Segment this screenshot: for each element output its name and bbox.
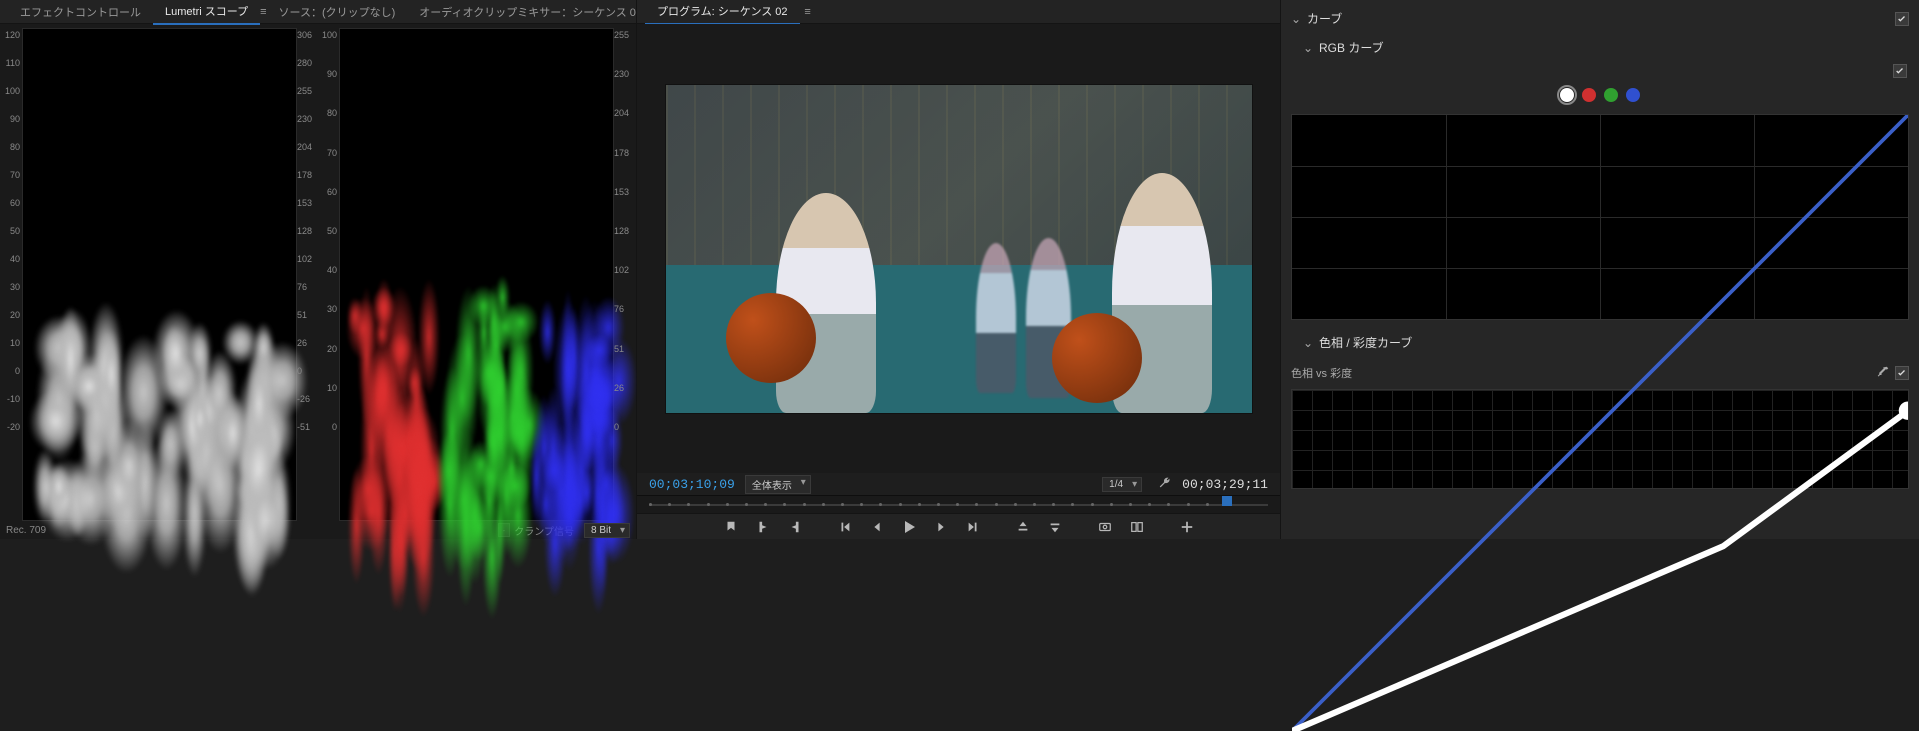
scope-tick: 120	[4, 30, 20, 40]
section-curves[interactable]: ⌄ カーブ	[1291, 6, 1909, 31]
tab-effect-controls[interactable]: エフェクトコントロール	[8, 0, 153, 24]
scope-tick: 30	[321, 304, 337, 314]
curve-channel-green[interactable]	[1604, 88, 1618, 102]
scope-tick: 178	[614, 148, 632, 158]
tab-lumetri-scopes[interactable]: Lumetri スコープ	[153, 0, 260, 25]
add-marker-button[interactable]	[722, 518, 740, 536]
play-button[interactable]	[900, 518, 918, 536]
scope-tick: 128	[614, 226, 632, 236]
scope-tick: 20	[4, 310, 20, 320]
panel-menu-icon[interactable]: ≡	[800, 6, 816, 18]
scope-tick: 26	[297, 338, 315, 348]
program-ruler[interactable]	[637, 495, 1280, 513]
scope-tick: 102	[297, 254, 315, 264]
extract-button[interactable]	[1046, 518, 1064, 536]
scope-tick: 30	[4, 282, 20, 292]
lift-button[interactable]	[1014, 518, 1032, 536]
section-rgb-curves-label: RGB カーブ	[1319, 39, 1384, 56]
scope-tick: 128	[297, 226, 315, 236]
scope-tick: 40	[321, 265, 337, 275]
curves-enable-checkbox[interactable]	[1895, 12, 1909, 26]
scope-tick: 255	[297, 86, 315, 96]
go-to-in-button[interactable]	[836, 518, 854, 536]
scope-tick: 90	[321, 69, 337, 79]
timecode-current[interactable]: 00;03;10;09	[649, 477, 735, 492]
chevron-down-icon: ⌄	[1303, 41, 1313, 55]
export-frame-button[interactable]	[1096, 518, 1114, 536]
program-video-frame	[665, 84, 1253, 414]
scope-tick: 306	[297, 30, 315, 40]
scope-tick: 153	[297, 198, 315, 208]
scope-tick: 80	[4, 142, 20, 152]
scope-tick: 0	[4, 366, 20, 376]
scope-tick: 60	[4, 198, 20, 208]
curve-channel-red[interactable]	[1582, 88, 1596, 102]
section-curves-label: カーブ	[1307, 10, 1342, 27]
step-back-button[interactable]	[868, 518, 886, 536]
tab-audio-mixer[interactable]: オーディオクリップミキサー：シーケンス 02	[407, 0, 654, 24]
scope-tick: 102	[614, 265, 632, 275]
curve-channel-white[interactable]	[1560, 88, 1574, 102]
scope-tick: 204	[297, 142, 315, 152]
chevron-down-icon: ⌄	[1291, 12, 1301, 26]
scope-tick: 80	[321, 108, 337, 118]
scope-tick: -51	[297, 422, 315, 432]
scope-tick: 40	[4, 254, 20, 264]
scope-tick: 10	[4, 338, 20, 348]
scope-tick: 76	[297, 282, 315, 292]
bit-depth-dropdown[interactable]: 8 Bit	[584, 523, 630, 538]
scope-tick: 76	[614, 304, 632, 314]
rgb-curves-enable-checkbox[interactable]	[1893, 64, 1907, 78]
scope-tick: 204	[614, 108, 632, 118]
scope-tick: -10	[4, 394, 20, 404]
scope-tick: -26	[297, 394, 315, 404]
scope-tick: 90	[4, 114, 20, 124]
scope-tick: 60	[321, 187, 337, 197]
timecode-duration: 00;03;29;11	[1182, 477, 1268, 492]
go-to-out-button[interactable]	[964, 518, 982, 536]
section-rgb-curves[interactable]: ⌄ RGB カーブ	[1291, 35, 1909, 60]
scope-tick: 230	[614, 69, 632, 79]
scope-tick: 178	[297, 170, 315, 180]
scope-tick: 70	[321, 148, 337, 158]
curve-channel-blue[interactable]	[1626, 88, 1640, 102]
scope-tick: 153	[614, 187, 632, 197]
scope-tick: 100	[321, 30, 337, 40]
tab-source[interactable]: ソース：(クリップなし)	[267, 0, 408, 24]
button-editor-icon[interactable]	[1178, 518, 1196, 536]
mark-in-button[interactable]	[754, 518, 772, 536]
rgb-parade-scope: 1002559023080204701786015350128401023076…	[319, 28, 634, 521]
scope-tick: 110	[4, 58, 20, 68]
scope-tick: 280	[297, 58, 315, 68]
scope-tick: 255	[614, 30, 632, 40]
scope-tick: 51	[297, 310, 315, 320]
resolution-dropdown[interactable]: 1/4	[1102, 477, 1142, 492]
step-forward-button[interactable]	[932, 518, 950, 536]
scope-tick: 0	[297, 366, 315, 376]
playhead-marker[interactable]	[1222, 496, 1232, 506]
scope-tick: 230	[297, 114, 315, 124]
rgb-curve-editor[interactable]	[1291, 114, 1909, 320]
scope-tick: 51	[614, 344, 632, 354]
zoom-fit-dropdown[interactable]: 全体表示	[745, 475, 811, 494]
scope-tick: 100	[4, 86, 20, 96]
scope-tick: 20	[321, 344, 337, 354]
scope-tick: 0	[614, 422, 632, 432]
scope-tick: -20	[4, 422, 20, 432]
scope-tick: 50	[321, 226, 337, 236]
scope-tick: 26	[614, 383, 632, 393]
comparison-view-button[interactable]	[1128, 518, 1146, 536]
luma-waveform-scope: 1203061102801002559023080204701786015350…	[2, 28, 317, 521]
scope-tick: 10	[321, 383, 337, 393]
mark-out-button[interactable]	[786, 518, 804, 536]
scope-tick: 0	[321, 422, 337, 432]
tab-program[interactable]: プログラム: シーケンス 02	[645, 0, 800, 25]
scope-tick: 70	[4, 170, 20, 180]
scope-tick: 50	[4, 226, 20, 236]
settings-wrench-icon[interactable]	[1158, 476, 1172, 493]
